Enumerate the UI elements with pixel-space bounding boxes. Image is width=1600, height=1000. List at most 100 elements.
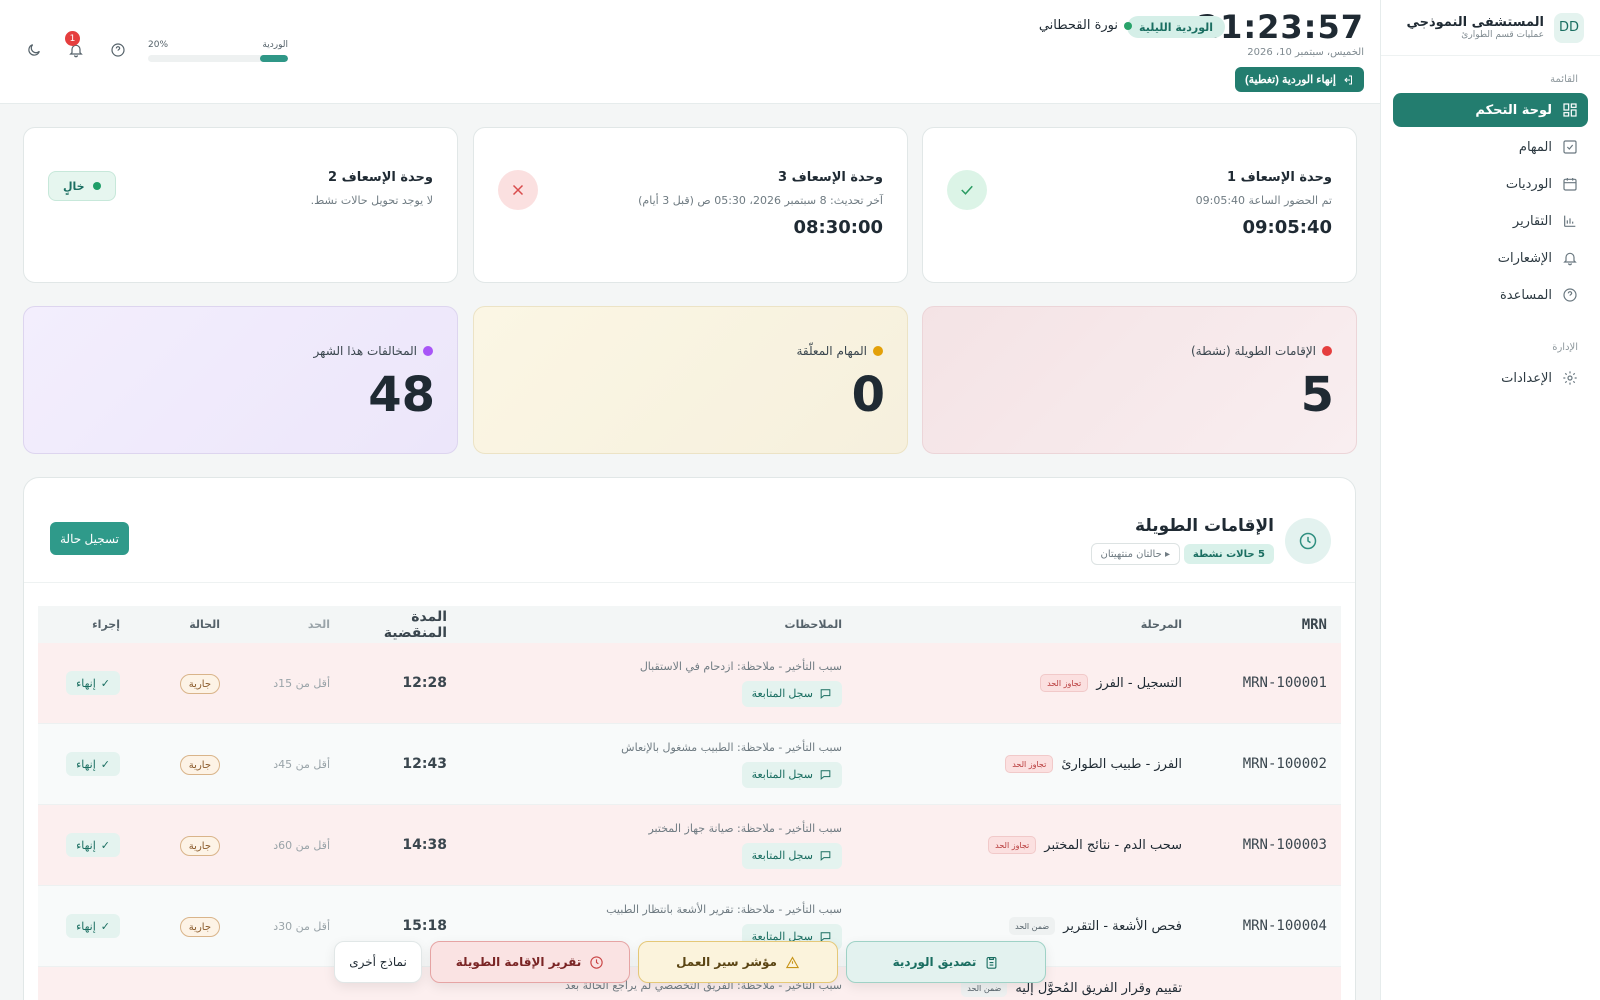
finish-label: إنهاء [76,758,96,771]
unit-subtitle: تم الحضور الساعة 09:05:40 [1195,194,1332,207]
brand-badge: DD [1554,12,1584,43]
free-label: خالٍ [63,179,85,193]
limit-cell: أقل من 45د [273,757,330,771]
follow-up-label: سجل المتابعة [751,850,813,862]
finish-button[interactable]: ✓ إنهاء [66,914,120,938]
current-date: الخميس، سبتمبر 10، 2026 [1247,47,1364,58]
current-user: نورة القحطاني [1039,18,1132,33]
column-header: المدة المنقضية [383,608,447,641]
stage-cell: ضمن الحد فحص الأشعة - التقرير [856,917,1196,935]
column-header-label: الملاحظات [784,618,842,631]
unit-subtitle: لا يوجد تحويل حالات نشط. [310,194,433,207]
follow-up-log-button[interactable]: سجل المتابعة [741,761,842,788]
finish-button[interactable]: ✓ إنهاء [66,833,120,857]
finish-label: إنهاء [76,677,96,690]
follow-up-label: سجل المتابعة [751,769,813,781]
unit-time: 09:05:40 [1242,217,1332,238]
stat-card-violations: المخالفات هذا الشهر 48 [23,306,458,454]
sidebar-item-label: الورديات [1505,176,1552,192]
unit-title: وحدة الإسعاف 1 [1227,170,1332,185]
sidebar-item-label: المساعدة [1499,287,1552,303]
register-case-button[interactable]: تسجيل حالة [50,522,129,555]
unit-subtitle: آخر تحديث: 8 سبتمبر 2026، 05:30 ص (قبل 3… [638,194,883,207]
progress-fill [260,55,288,62]
sidebar-item-label: لوحة التحكم [1475,102,1552,118]
long-stay-report-button[interactable]: تقرير الإقامة الطويلة [430,941,630,983]
check-icon: ✓ [100,839,110,852]
mrn-cell: MRN-100003 [1242,837,1327,853]
sidebar-item-label: المهام [1518,139,1552,155]
dashboard-icon [1563,103,1577,117]
status-badge: جارية [179,836,220,857]
sidebar-item-shifts[interactable]: الورديات [1393,167,1588,201]
over-limit-tag: تجاوز الحد [1005,755,1054,773]
long-stay-report-label: تقرير الإقامة الطويلة [455,955,582,969]
sidebar-item-help[interactable]: المساعدة [1393,278,1588,312]
sidebar-item-label: الإعدادات [1501,370,1552,386]
other-forms-button[interactable]: نماذج أخرى [334,941,422,983]
notes-cell: سبب التأخير - ملاحظة: ازدحام في الاستقبا… [461,660,856,707]
stage-name: الفرز - طبيب الطوارئ [1061,756,1182,772]
end-shift-button[interactable]: إنهاء الوردية (تغطية) [1234,67,1364,92]
stat-label-text: المهام المعلّقة [796,344,867,358]
stat-dot [1322,346,1332,356]
active-cases-badge: 5 حالات نشطة [1183,544,1274,564]
unit-free-badge: خالٍ [48,171,116,201]
calendar-icon [1563,178,1577,191]
finish-button[interactable]: ✓ إنهاء [66,671,120,695]
unit-card-2: وحدة الإسعاف 2 لا يوجد تحويل حالات نشط. … [23,127,458,283]
unit-card-3: وحدة الإسعاف 3 آخر تحديث: 8 سبتمبر 2026،… [473,127,908,283]
online-status-dot [1124,21,1132,30]
shift-progress: الوردية 20% [148,40,288,62]
limit-cell: أقل من 30د [273,919,330,933]
sidebar-item-tasks[interactable]: المهام [1393,130,1588,164]
check-icon [961,185,973,195]
sidebar-item-label: التقارير [1512,213,1552,229]
panel-header: الإقامات الطويلة 5 حالات نشطة ▸ حالتان م… [24,478,1355,583]
chart-icon [1564,215,1576,227]
workflow-indicator-button[interactable]: مؤشر سير العمل [638,941,838,983]
help-button[interactable] [108,40,128,60]
long-stays-panel: الإقامات الطويلة 5 حالات نشطة ▸ حالتان م… [23,477,1356,1000]
x-icon [512,184,524,196]
shift-confirm-button[interactable]: تصديق الوردية [846,941,1046,983]
menu-section-label: القائمة [1550,74,1578,85]
finish-label: إنهاء [76,839,96,852]
stat-card-pending-tasks: المهام المعلّقة 0 [473,306,908,454]
column-header: الملاحظات [461,618,856,631]
follow-up-log-button[interactable]: سجل المتابعة [741,680,842,707]
unit-title: وحدة الإسعاف 2 [328,170,433,185]
stat-label: المخالفات هذا الشهر [314,344,433,358]
sidebar-item-label: الإشعارات [1497,250,1552,266]
sidebar-item-settings[interactable]: الإعدادات [1393,361,1588,395]
stage-name: سحب الدم - نتائج المختبر [1044,837,1182,853]
table-row: MRN-100002 تجاوز الحد الفرز - طبيب الطوا… [38,724,1341,805]
sidebar-item-reports[interactable]: التقارير [1393,204,1588,238]
finish-button[interactable]: ✓ إنهاء [66,752,120,776]
ended-cases-toggle[interactable]: ▸ حالتان منتهيتان [1090,543,1180,565]
user-name: نورة القحطاني [1038,18,1118,33]
column-header: المرحلة [1140,618,1182,631]
column-header: الحالة [189,618,220,631]
progress-label: الوردية [262,40,288,50]
check-icon: ✓ [100,758,110,771]
over-limit-tag: تجاوز الحد [988,836,1037,854]
dark-mode-toggle[interactable] [24,40,44,60]
notifications-button[interactable]: 1 [65,31,86,60]
stat-label-text: المخالفات هذا الشهر [313,344,417,358]
check-icon: ✓ [100,677,110,690]
status-error-indicator [498,170,538,210]
follow-up-log-button[interactable]: سجل المتابعة [741,842,842,869]
sidebar-item-dashboard[interactable]: لوحة التحكم [1393,93,1588,127]
stat-label: الإقامات الطويلة (نشطة) [1191,344,1332,358]
mrn-cell: MRN-100001 [1242,675,1327,691]
admin-section-label: الإدارة [1552,342,1578,353]
comment-icon [820,770,831,780]
stage-cell: تجاوز الحد سحب الدم - نتائج المختبر [856,836,1196,854]
stat-dot [423,346,433,356]
follow-up-label: سجل المتابعة [751,688,813,700]
sidebar-item-notifications[interactable]: الإشعارات [1393,241,1588,275]
status-badge: جارية [179,755,220,776]
stat-label: المهام المعلّقة [796,344,883,358]
within-limit-tag: ضمن الحد [1009,917,1056,935]
